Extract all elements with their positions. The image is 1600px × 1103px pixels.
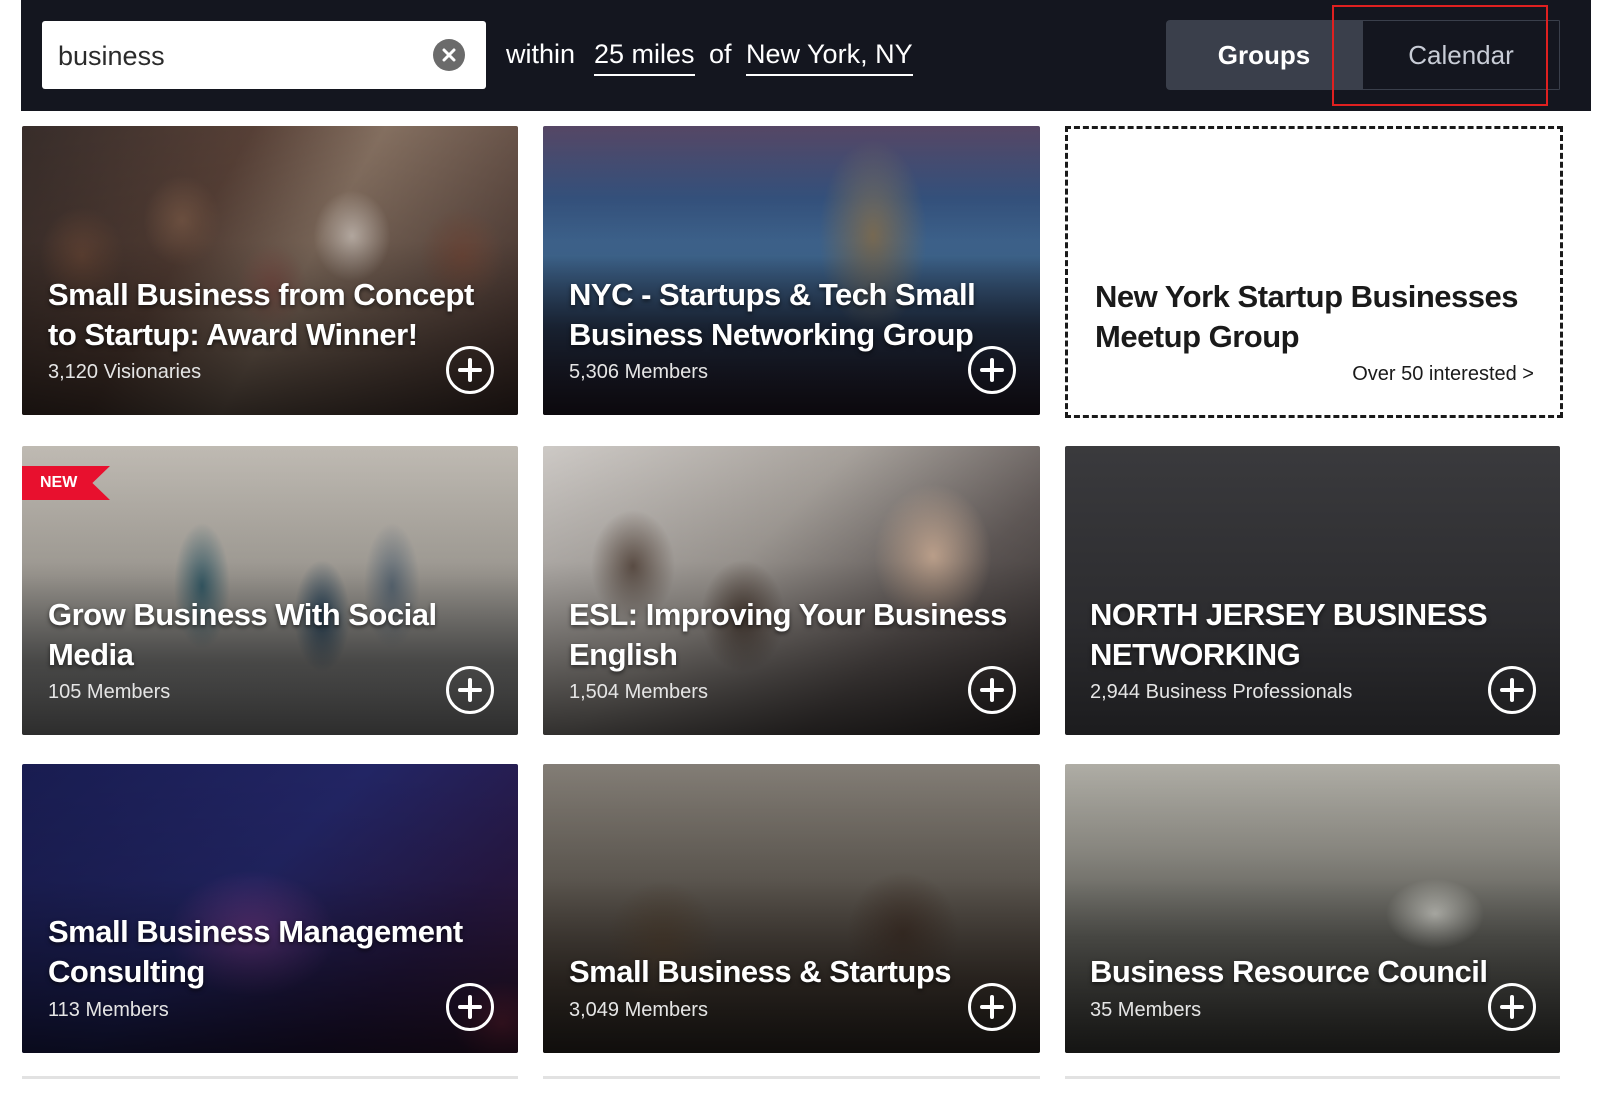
distance-dropdown[interactable]: 25 miles <box>594 36 695 76</box>
group-card[interactable]: ESL: Improving Your Business English 1,50… <box>543 446 1040 735</box>
card-title: New York Startup Businesses Meetup Group <box>1095 279 1518 354</box>
card-title: Small Business Management Consulting <box>48 914 463 989</box>
next-card-edge <box>1065 1076 1560 1079</box>
plus-icon <box>458 358 482 382</box>
plus-icon <box>1500 678 1524 702</box>
card-members: 1,504 Members <box>569 681 708 703</box>
calendar-tab[interactable]: Calendar <box>1362 20 1560 90</box>
group-card[interactable]: NORTH JERSEY BUSINESS NETWORKING 2,944 Bu… <box>1065 446 1560 735</box>
card-title: Business Resource Council <box>1090 954 1488 989</box>
join-button[interactable] <box>968 666 1016 714</box>
groups-tab[interactable]: Groups <box>1166 20 1362 90</box>
plus-icon <box>980 995 1004 1019</box>
join-button[interactable] <box>968 346 1016 394</box>
plus-icon <box>458 678 482 702</box>
view-toggle: Groups Calendar <box>1166 20 1562 90</box>
card-title: NORTH JERSEY BUSINESS NETWORKING <box>1090 597 1488 672</box>
search-box[interactable] <box>42 21 486 89</box>
card-members: 105 Members <box>48 681 171 703</box>
card-title: Small Business from Concept to Startup: A… <box>48 277 474 352</box>
interested-link[interactable]: Over 50 interested > <box>1352 363 1534 386</box>
group-card[interactable]: Small Business Management Consulting 113 … <box>22 764 518 1053</box>
join-button[interactable] <box>446 983 494 1031</box>
join-button[interactable] <box>446 346 494 394</box>
group-card[interactable]: Small Business & Startups 3,049 Members <box>543 764 1040 1053</box>
within-label: within <box>506 39 576 69</box>
next-card-edge <box>543 1076 1040 1079</box>
card-members: 35 Members <box>1090 999 1202 1021</box>
join-button[interactable] <box>968 983 1016 1031</box>
card-title: Grow Business With Social Media <box>48 597 437 672</box>
close-icon <box>442 48 456 62</box>
location-dropdown[interactable]: New York, NY <box>746 36 913 76</box>
card-title: ESL: Improving Your Business English <box>569 597 1007 672</box>
card-members: 2,944 Business Professionals <box>1090 681 1353 703</box>
suggested-group-card[interactable]: New York Startup Businesses Meetup Group … <box>1065 126 1563 418</box>
group-card[interactable]: Small Business from Concept to Startup: A… <box>22 126 518 415</box>
search-header: within 25 miles of New York, NY Groups C… <box>21 0 1591 111</box>
card-title: Small Business & Startups <box>569 954 952 989</box>
card-members: 3,120 Visionaries <box>48 361 202 383</box>
plus-icon <box>458 995 482 1019</box>
card-members: 5,306 Members <box>569 361 708 383</box>
join-button[interactable] <box>446 666 494 714</box>
search-input[interactable] <box>56 33 420 79</box>
next-card-edge <box>22 1076 518 1079</box>
clear-search-button[interactable] <box>433 39 465 71</box>
join-button[interactable] <box>1488 666 1536 714</box>
card-members: 3,049 Members <box>569 999 708 1021</box>
group-card[interactable]: NEW Grow Business With Social Media 105 M… <box>22 446 518 735</box>
plus-icon <box>980 678 1004 702</box>
card-members: 113 Members <box>48 999 169 1021</box>
card-title: NYC - Startups & Tech Small Business Netw… <box>569 277 976 352</box>
of-label: of <box>709 39 732 69</box>
plus-icon <box>980 358 1004 382</box>
group-card[interactable]: NYC - Startups & Tech Small Business Netw… <box>543 126 1040 415</box>
join-button[interactable] <box>1488 983 1536 1031</box>
group-card[interactable]: Business Resource Council 35 Members <box>1065 764 1560 1053</box>
plus-icon <box>1500 995 1524 1019</box>
